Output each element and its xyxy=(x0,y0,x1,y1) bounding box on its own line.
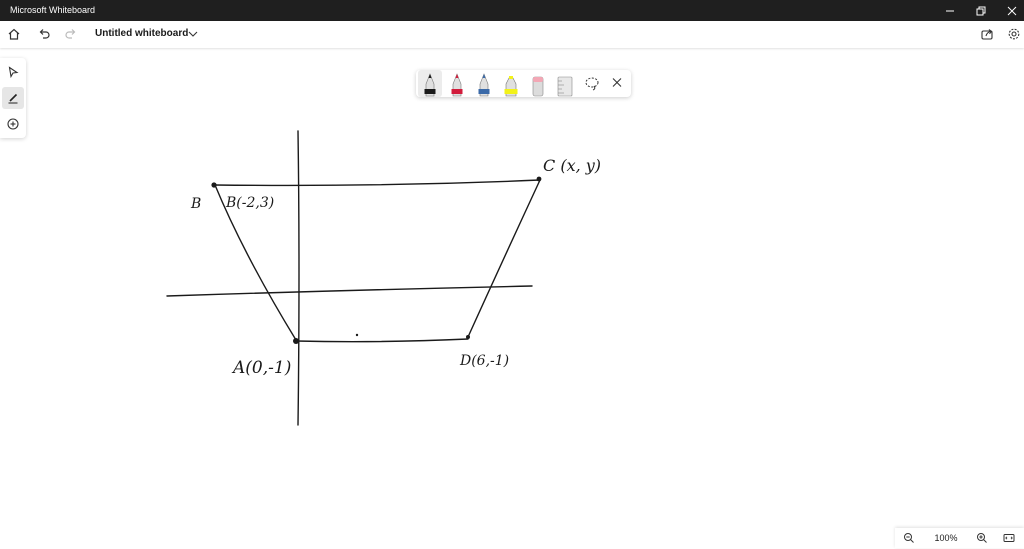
point-b xyxy=(211,182,217,188)
y-axis-stroke xyxy=(297,130,300,426)
settings-button[interactable] xyxy=(1003,23,1024,45)
minimize-button[interactable] xyxy=(934,0,966,21)
segment-cd xyxy=(467,179,541,338)
close-window-icon xyxy=(1007,6,1017,15)
point-c xyxy=(536,176,542,182)
whiteboard-title[interactable]: Untitled whiteboard xyxy=(95,28,188,39)
home-button[interactable] xyxy=(3,23,25,45)
fit-screen-icon xyxy=(1003,534,1015,542)
stray-dot xyxy=(355,333,359,337)
redo-button[interactable] xyxy=(60,23,82,45)
app-bar: Untitled whiteboard xyxy=(0,21,1024,48)
label-a-point: A(0,-1) xyxy=(231,358,291,378)
undo-icon xyxy=(39,29,50,39)
restore-icon xyxy=(976,6,986,15)
segment-ad xyxy=(295,338,469,343)
share-icon xyxy=(981,29,993,40)
chevron-down-icon xyxy=(188,31,198,37)
window-title: Microsoft Whiteboard xyxy=(10,5,96,15)
label-b-short: B xyxy=(190,196,201,212)
zoom-out-icon xyxy=(904,533,914,543)
x-axis-stroke xyxy=(166,285,533,297)
home-icon xyxy=(8,28,20,40)
gear-icon xyxy=(1008,28,1020,40)
restore-button[interactable] xyxy=(965,0,997,21)
zoom-bar: 100% xyxy=(895,528,1024,548)
minimize-icon xyxy=(946,10,954,11)
label-c-point: C (x, y) xyxy=(543,156,601,175)
whiteboard-canvas[interactable]: B B(-2,3) C (x, y) A(0,-1) D(6,-1) xyxy=(0,48,1024,528)
point-d xyxy=(466,335,470,339)
zoom-level[interactable]: 100% xyxy=(929,533,963,543)
segment-bc xyxy=(214,179,541,187)
label-d-point: D(6,-1) xyxy=(459,353,509,369)
label-b-point: B(-2,3) xyxy=(225,195,274,211)
share-button[interactable] xyxy=(976,23,998,45)
zoom-in-button[interactable] xyxy=(971,527,993,549)
zoom-in-icon xyxy=(977,533,987,543)
point-a xyxy=(293,338,299,344)
zoom-out-button[interactable] xyxy=(898,527,920,549)
redo-icon xyxy=(65,29,76,39)
title-menu-button[interactable] xyxy=(182,23,204,45)
fit-to-screen-button[interactable] xyxy=(998,527,1020,549)
undo-button[interactable] xyxy=(33,23,55,45)
close-window-button[interactable] xyxy=(996,0,1024,21)
window-title-bar: Microsoft Whiteboard xyxy=(0,0,1024,21)
